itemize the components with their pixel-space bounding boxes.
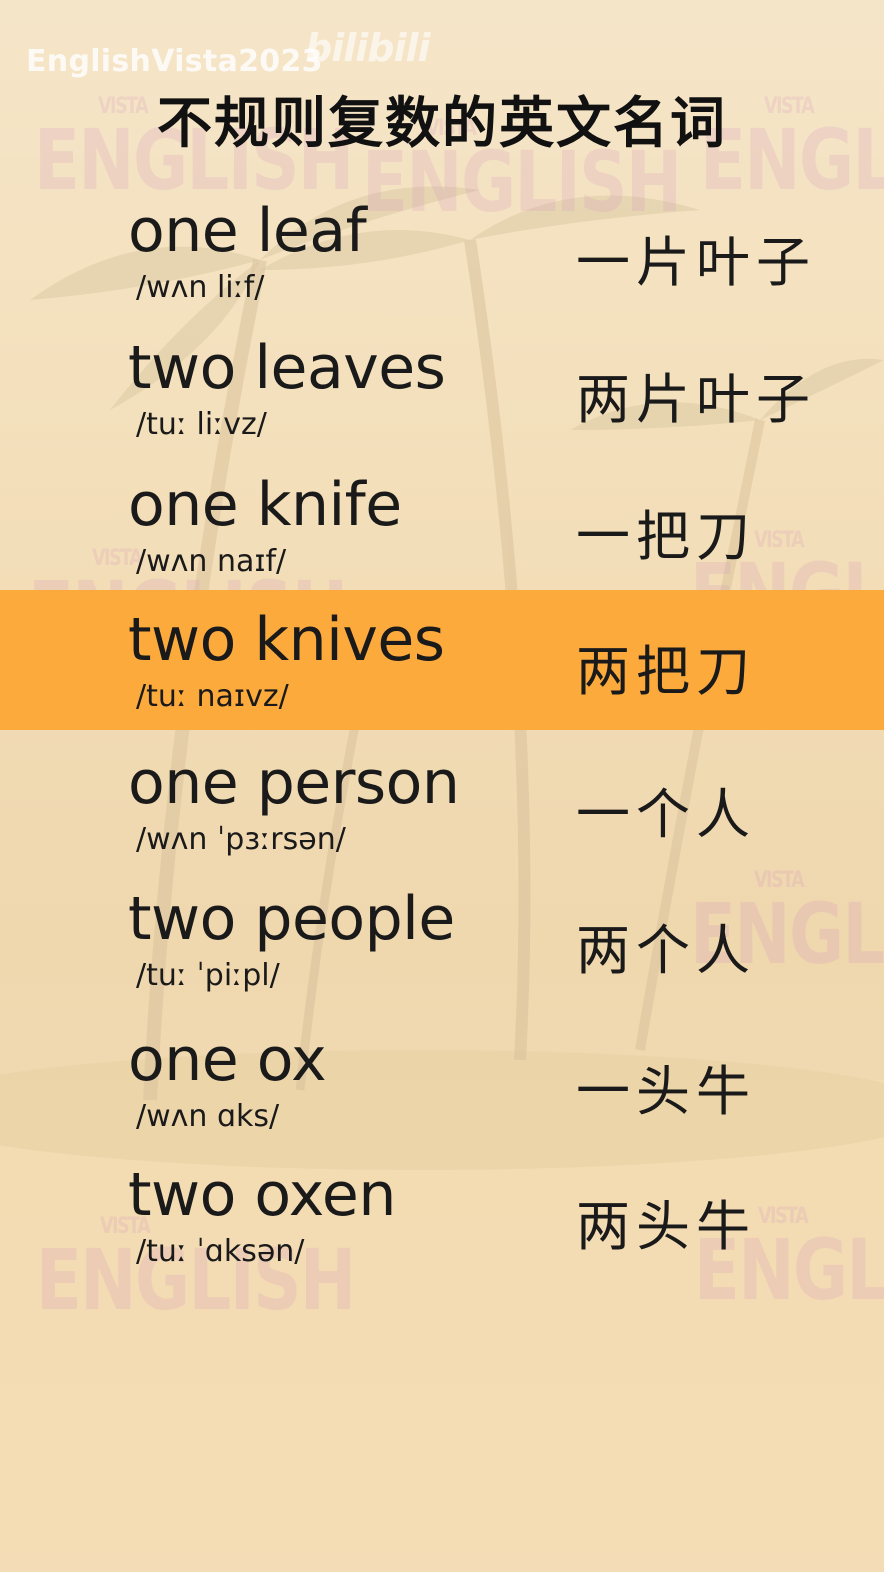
vocab-row: one ox /wʌn ɑks/ 一头牛 xyxy=(0,1025,884,1165)
phonetic-transcription: /wʌn ɑks/ xyxy=(136,1099,280,1134)
chinese-translation: 一把刀 xyxy=(576,505,756,568)
chinese-translation: 两把刀 xyxy=(576,640,756,703)
phonetic-transcription: /wʌn naɪf/ xyxy=(136,544,287,579)
channel-name: EnglishVista2023 xyxy=(26,44,323,79)
chinese-translation: 一头牛 xyxy=(576,1060,756,1123)
chinese-translation: 一个人 xyxy=(576,783,756,846)
vocab-row: two leaves /tuː liːvz/ 两片叶子 xyxy=(0,333,884,473)
chinese-translation: 两片叶子 xyxy=(576,368,816,431)
chinese-translation: 一片叶子 xyxy=(576,231,816,294)
chinese-translation: 两头牛 xyxy=(576,1195,756,1258)
vocab-row: one leaf /wʌn liːf/ 一片叶子 xyxy=(0,196,884,336)
english-phrase: two people xyxy=(128,884,455,954)
video-frame: VISTAENGLISH VISTAENGLISH VISTAENGLISH V… xyxy=(0,0,884,1572)
chinese-translation: 两个人 xyxy=(576,919,756,982)
vocab-row: one person /wʌn ˈpɜːrsən/ 一个人 xyxy=(0,748,884,888)
english-phrase: one person xyxy=(128,748,460,818)
english-phrase: one leaf xyxy=(128,196,367,266)
vocab-row: two people /tuː ˈpiːpl/ 两个人 xyxy=(0,884,884,1024)
phonetic-transcription: /tuː liːvz/ xyxy=(136,407,267,442)
english-phrase: two knives xyxy=(128,605,445,675)
phonetic-transcription: /wʌn ˈpɜːrsən/ xyxy=(136,822,346,857)
phonetic-transcription: /tuː ˈpiːpl/ xyxy=(136,958,280,993)
phonetic-transcription: /tuː ˈɑksən/ xyxy=(136,1234,305,1269)
english-phrase: one knife xyxy=(128,470,402,540)
vocab-row: two oxen /tuː ˈɑksən/ 两头牛 xyxy=(0,1160,884,1300)
vocab-row-highlighted: two knives /tuː naɪvz/ 两把刀 xyxy=(0,605,884,745)
english-phrase: two oxen xyxy=(128,1160,396,1230)
platform-logo: bilibili xyxy=(305,26,431,70)
english-phrase: two leaves xyxy=(128,333,446,403)
vocab-row: one knife /wʌn naɪf/ 一把刀 xyxy=(0,470,884,610)
page-title: 不规则复数的英文名词 xyxy=(156,91,727,155)
phonetic-transcription: /wʌn liːf/ xyxy=(136,270,265,305)
phonetic-transcription: /tuː naɪvz/ xyxy=(136,679,289,714)
english-phrase: one ox xyxy=(128,1025,327,1095)
